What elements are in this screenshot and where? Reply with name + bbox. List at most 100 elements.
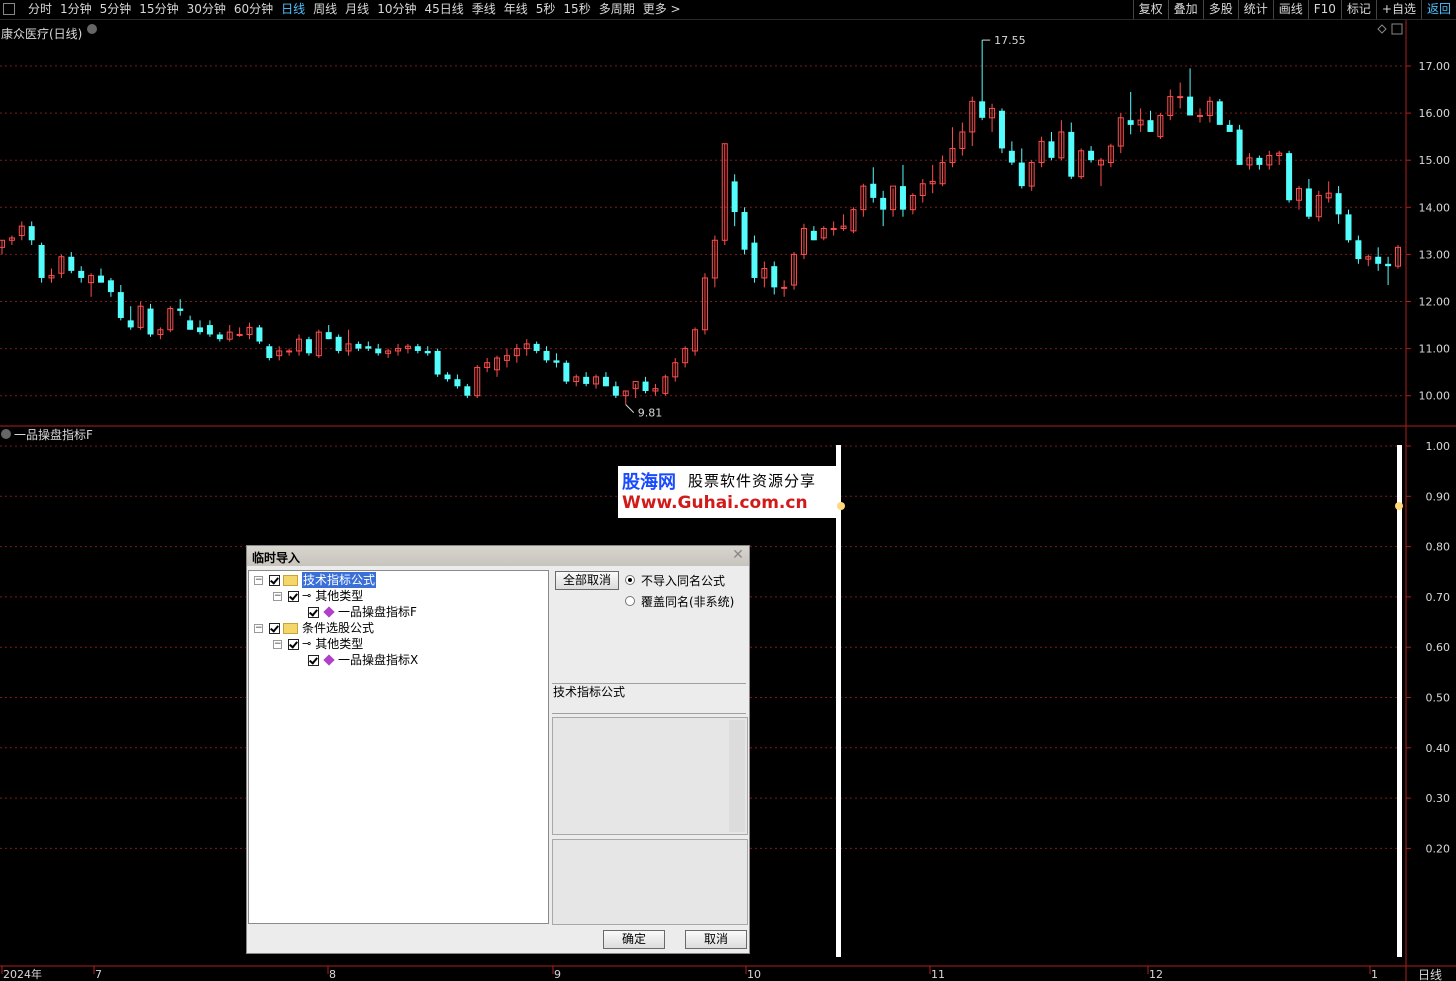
cancel-button[interactable]: 取消 bbox=[685, 930, 747, 949]
period-tab-2[interactable]: 5分钟 bbox=[96, 0, 136, 19]
candle-body bbox=[68, 256, 75, 271]
candle-body bbox=[1385, 263, 1392, 267]
candle-body bbox=[1147, 120, 1154, 132]
candle-body bbox=[553, 360, 560, 363]
dialog-titlebar[interactable]: 临时导入 ✕ bbox=[247, 546, 749, 566]
period-tab-6[interactable]: 日线 bbox=[277, 0, 309, 19]
candle-body bbox=[117, 292, 124, 318]
period-tab-15[interactable]: 多周期 bbox=[595, 0, 639, 19]
candle-body bbox=[1068, 131, 1075, 177]
candle-body bbox=[414, 346, 421, 351]
toolbar-button-8[interactable]: 返回 bbox=[1420, 0, 1456, 19]
checkbox-checked[interactable] bbox=[269, 574, 280, 586]
cancel-all-button[interactable]: 全部取消 bbox=[555, 571, 619, 590]
period-tab-9[interactable]: 10分钟 bbox=[373, 0, 420, 19]
toolbar-button-0[interactable]: 复权 bbox=[1132, 0, 1168, 19]
ok-button[interactable]: 确定 bbox=[603, 930, 665, 949]
candle-body bbox=[236, 333, 243, 336]
collapse-icon[interactable]: − bbox=[254, 575, 263, 585]
candle-body bbox=[1018, 162, 1025, 187]
candle-body bbox=[1127, 120, 1134, 125]
period-tab-0[interactable]: 分时 bbox=[24, 0, 56, 19]
xaxis-label: 10 bbox=[747, 968, 761, 981]
radio-overwrite[interactable]: 覆盖同名(非系统) bbox=[625, 593, 734, 609]
candle-body bbox=[583, 376, 590, 384]
tree-node-group2-leaf[interactable]: 一品操盘指标X bbox=[308, 652, 418, 668]
toolbar-button-7[interactable]: +自选 bbox=[1375, 0, 1421, 19]
collapse-icon[interactable]: − bbox=[273, 639, 282, 649]
period-tab-1[interactable]: 1分钟 bbox=[56, 0, 96, 19]
indicator-tick-label: 1.00 bbox=[1426, 440, 1451, 453]
checkbox-checked[interactable] bbox=[308, 606, 319, 618]
period-tab-5[interactable]: 60分钟 bbox=[230, 0, 277, 19]
period-tab-8[interactable]: 月线 bbox=[341, 0, 373, 19]
tree-node-group2-child[interactable]: − ⊸ 其他类型 bbox=[273, 636, 363, 652]
import-dialog: 临时导入 ✕ − 技术指标公式 − ⊸ 其他类型 一品操盘指标F − 条件选股公… bbox=[246, 545, 750, 954]
checkbox-checked[interactable] bbox=[288, 590, 299, 602]
collapse-icon[interactable]: − bbox=[273, 591, 282, 601]
toolbar-button-1[interactable]: 叠加 bbox=[1167, 0, 1203, 19]
xaxis-label: 9 bbox=[554, 968, 561, 981]
period-tab-14[interactable]: 15秒 bbox=[559, 0, 594, 19]
candle-body bbox=[335, 336, 342, 351]
formula-tree: − 技术指标公式 − ⊸ 其他类型 一品操盘指标F − 条件选股公式 − ⊸ 其… bbox=[248, 570, 549, 924]
period-tab-10[interactable]: 45日线 bbox=[420, 0, 467, 19]
tree-node-group1[interactable]: − 技术指标公式 bbox=[254, 572, 377, 588]
toolbar-button-3[interactable]: 统计 bbox=[1237, 0, 1273, 19]
radio-unselected-icon bbox=[625, 596, 635, 606]
checkbox-checked[interactable] bbox=[269, 622, 280, 634]
candle-body bbox=[206, 325, 213, 335]
candle-body bbox=[197, 327, 204, 333]
period-tab-7[interactable]: 周线 bbox=[309, 0, 341, 19]
radio-no-import[interactable]: 不导入同名公式 bbox=[625, 572, 725, 588]
candle-body bbox=[731, 181, 738, 213]
indicator-tick-label: 0.50 bbox=[1426, 692, 1451, 705]
tree-node-group1-leaf[interactable]: 一品操盘指标F bbox=[308, 604, 417, 620]
price-tick-label: 17.00 bbox=[1419, 60, 1451, 73]
close-icon[interactable]: ✕ bbox=[731, 548, 745, 562]
candle-body bbox=[602, 376, 609, 387]
tree-label: 其他类型 bbox=[315, 637, 364, 651]
xaxis-label: 8 bbox=[329, 968, 336, 981]
period-tab-11[interactable]: 季线 bbox=[468, 0, 500, 19]
collapse-icon[interactable]: − bbox=[254, 623, 263, 633]
chevron-down-icon bbox=[1, 429, 11, 439]
radio-selected-icon bbox=[625, 575, 635, 585]
watermark-logo: 股海网 bbox=[622, 472, 676, 493]
candle-body bbox=[979, 101, 986, 118]
candle-body bbox=[1177, 96, 1184, 99]
toolbar-button-6[interactable]: 标记 bbox=[1340, 0, 1376, 19]
period-tab-3[interactable]: 15分钟 bbox=[135, 0, 182, 19]
watermark-banner: 股海网 股票软件资源分享 Www.Guhai.com.cn bbox=[618, 466, 836, 518]
folder-icon bbox=[283, 622, 298, 634]
toolbar-button-4[interactable]: 画线 bbox=[1272, 0, 1308, 19]
low-price-label: 9.81 bbox=[638, 407, 663, 420]
tree-node-group2[interactable]: − 条件选股公式 bbox=[254, 620, 374, 636]
dialog-title: 临时导入 bbox=[252, 551, 301, 565]
candle-body bbox=[1375, 256, 1382, 264]
indicator-title: 一品操盘指标F bbox=[14, 427, 93, 442]
candle-body bbox=[434, 350, 441, 375]
candle-body bbox=[256, 327, 263, 342]
toolbar-button-2[interactable]: 多股 bbox=[1202, 0, 1238, 19]
checkbox-checked[interactable] bbox=[308, 654, 319, 666]
candle-body bbox=[880, 197, 887, 210]
candle-body bbox=[810, 230, 817, 241]
period-tab-13[interactable]: 5秒 bbox=[532, 0, 560, 19]
candle-body bbox=[1305, 188, 1312, 217]
checkbox-checked[interactable] bbox=[288, 638, 299, 650]
price-tick-label: 14.00 bbox=[1419, 201, 1451, 214]
candle-body bbox=[741, 212, 748, 250]
main-chart-title: 康众医疗(日线) bbox=[1, 26, 82, 41]
candle-body bbox=[305, 339, 312, 354]
toolbar-button-5[interactable]: F10 bbox=[1307, 0, 1341, 19]
menu-icon[interactable] bbox=[3, 3, 15, 15]
diamond-icon bbox=[1377, 24, 1387, 34]
tree-node-group1-child[interactable]: − ⊸ 其他类型 bbox=[273, 588, 363, 604]
period-tab-16[interactable]: 更多 > bbox=[639, 0, 685, 19]
period-tab-12[interactable]: 年线 bbox=[500, 0, 532, 19]
candle-body bbox=[38, 244, 45, 278]
scrollbar[interactable] bbox=[729, 720, 745, 832]
candle-body bbox=[1226, 124, 1233, 132]
period-tab-4[interactable]: 30分钟 bbox=[183, 0, 230, 19]
